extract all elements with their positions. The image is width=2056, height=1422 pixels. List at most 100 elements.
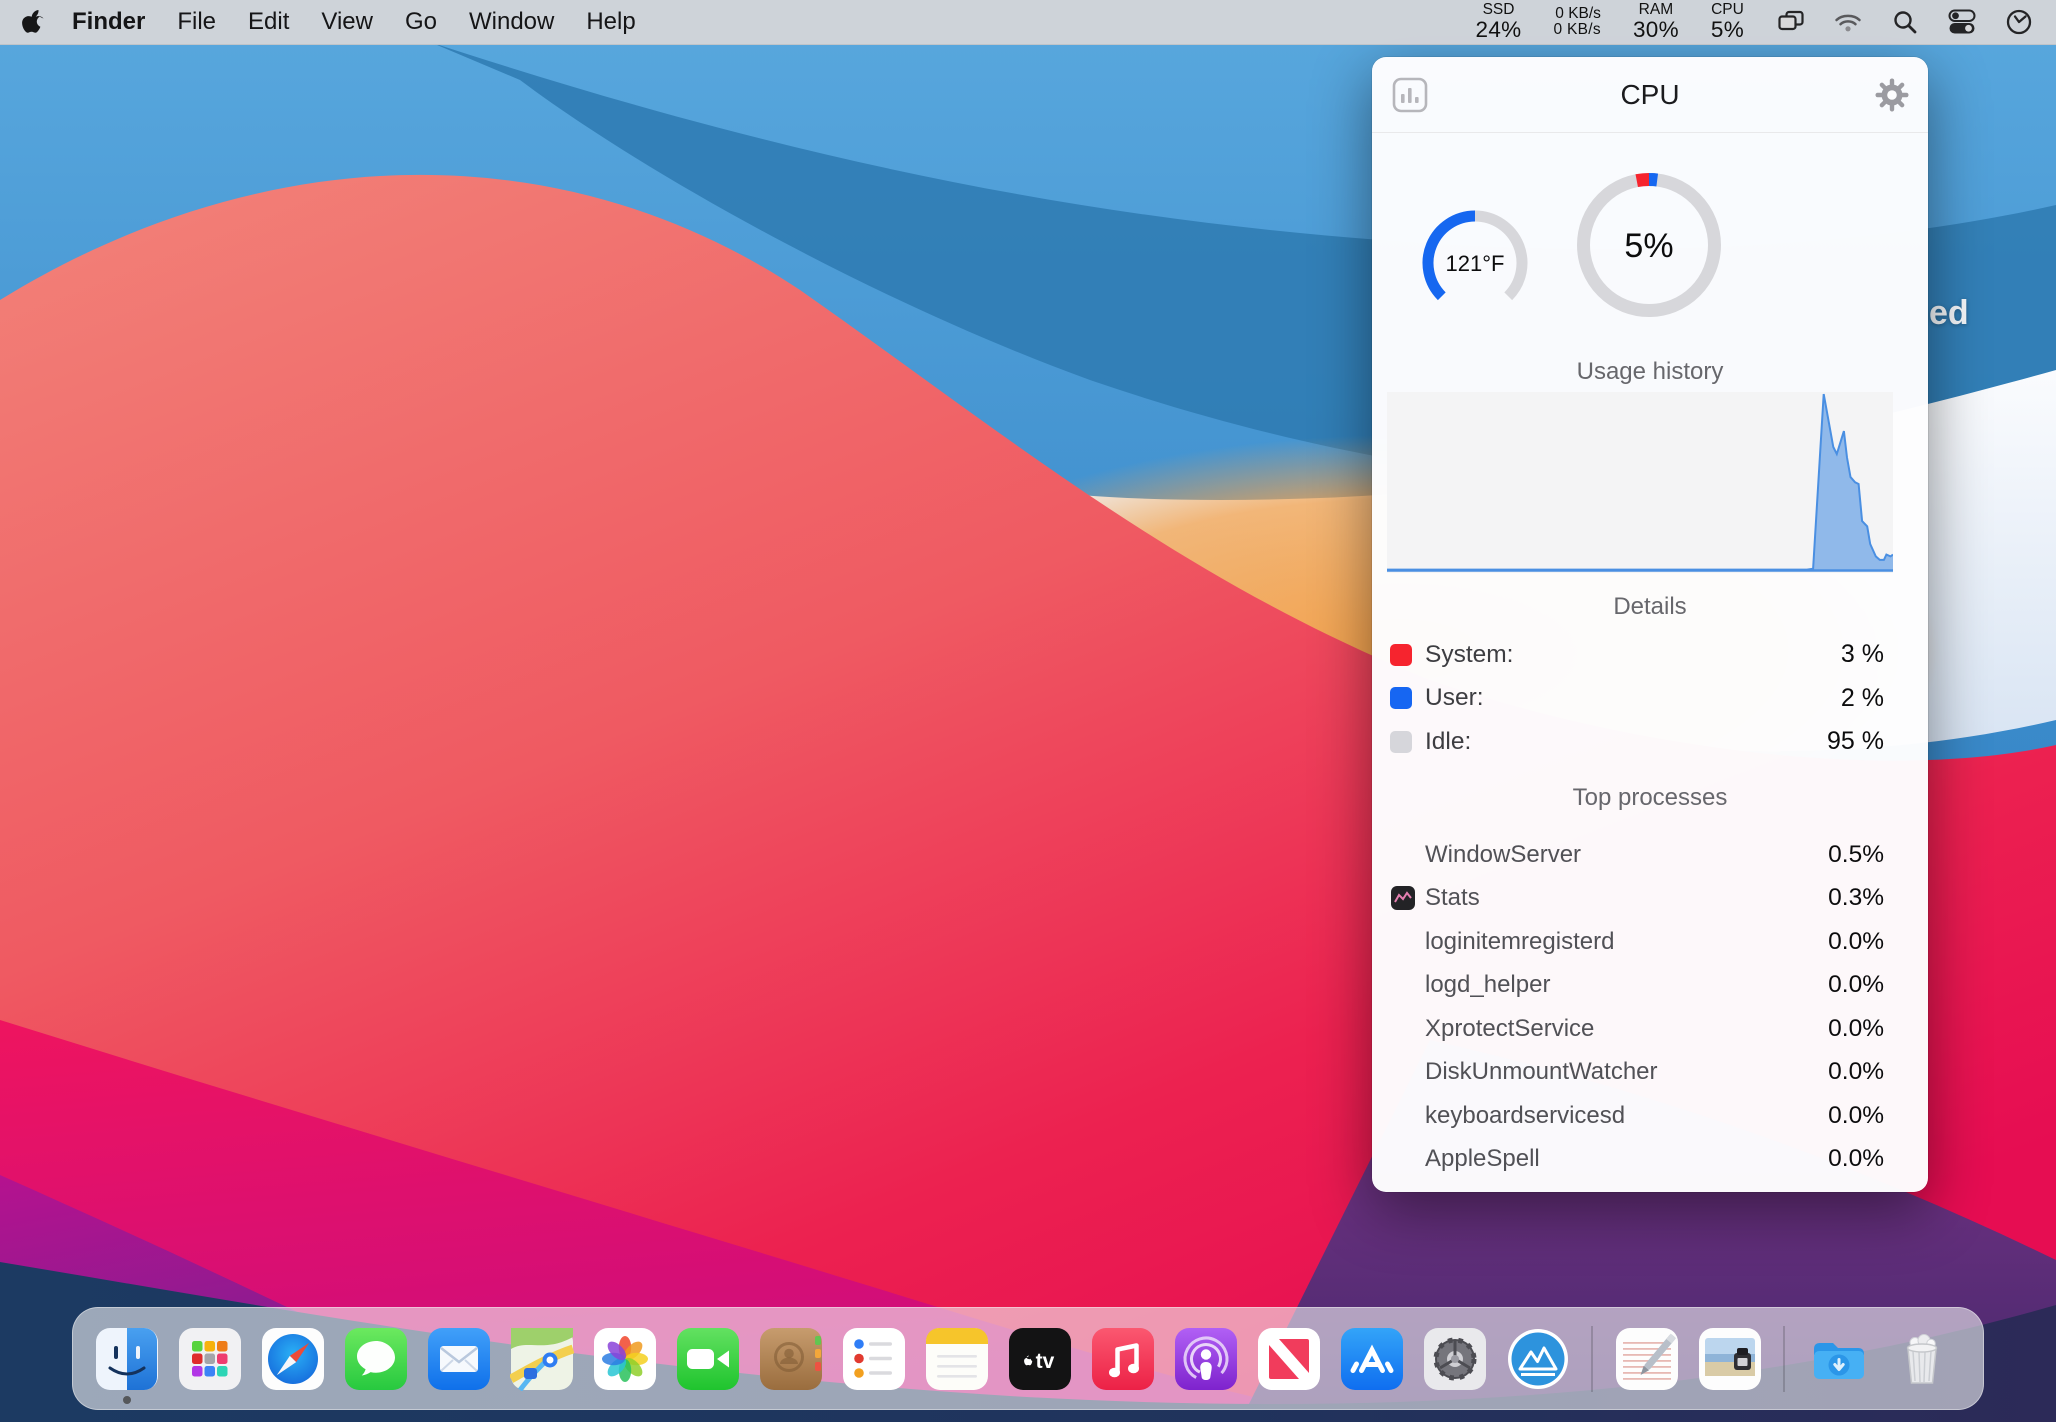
process-icon-empty — [1390, 842, 1416, 868]
desktop-screen: ed FinderFileEditViewGoWindowHelp SSD 24… — [0, 0, 2056, 1422]
network-down: 0 KB/s — [1553, 22, 1600, 38]
menu-item-help[interactable]: Help — [570, 8, 651, 35]
process-value: 0.0% — [1828, 928, 1884, 956]
app-menus: FinderFileEditViewGoWindowHelp — [56, 8, 652, 36]
detail-row-idle: Idle: 95 % — [1372, 720, 1928, 764]
dock-item-contacts[interactable] — [759, 1327, 823, 1391]
dock-item-podcasts[interactable] — [1174, 1327, 1238, 1391]
dock-item-news[interactable] — [1257, 1327, 1321, 1391]
dock-item-preview[interactable] — [1698, 1327, 1762, 1391]
process-value: 0.0% — [1828, 1145, 1884, 1173]
cpu-usage-value: 5% — [1624, 227, 1673, 265]
ram-value: 30% — [1633, 18, 1679, 41]
process-row: XprotectService 0.0% — [1372, 1007, 1928, 1051]
dock-item-music[interactable] — [1091, 1327, 1155, 1391]
popover-header: CPU — [1372, 57, 1928, 133]
detail-label: System: — [1425, 641, 1514, 669]
detail-row-system: System: 3 % — [1372, 633, 1928, 677]
process-icon-empty — [1390, 1103, 1416, 1129]
apple-menu-icon[interactable] — [22, 8, 46, 36]
dock-item-downloads[interactable] — [1807, 1327, 1871, 1391]
process-row: logd_helper 0.0% — [1372, 964, 1928, 1008]
process-name: AppleSpell — [1425, 1145, 1540, 1173]
process-name: XprotectService — [1425, 1015, 1594, 1043]
process-name: DiskUnmountWatcher — [1425, 1058, 1658, 1086]
process-name: Stats — [1425, 884, 1480, 912]
ram-widget[interactable]: RAM 30% — [1633, 2, 1679, 41]
detail-label: Idle: — [1425, 728, 1471, 756]
menu-bar-left: FinderFileEditViewGoWindowHelp — [22, 8, 652, 36]
process-row: loginitemregisterd 0.0% — [1372, 920, 1928, 964]
process-value: 0.0% — [1828, 1102, 1884, 1130]
ssd-widget[interactable]: SSD 24% — [1476, 2, 1522, 41]
cpu-label: CPU — [1711, 2, 1744, 18]
network-up: 0 KB/s — [1553, 6, 1600, 22]
process-icon-empty — [1390, 929, 1416, 955]
menu-item-window[interactable]: Window — [453, 8, 570, 35]
process-value: 0.0% — [1828, 1015, 1884, 1043]
detail-value: 3 % — [1841, 640, 1884, 669]
process-value: 0.5% — [1828, 841, 1884, 869]
dock-item-photos[interactable] — [593, 1327, 657, 1391]
process-row: AppleSpell 0.0% — [1372, 1138, 1928, 1182]
menu-item-go[interactable]: Go — [389, 8, 453, 35]
dock-item-trash[interactable] — [1890, 1327, 1954, 1391]
usage-history-chart — [1387, 392, 1893, 573]
dock-divider — [1591, 1326, 1593, 1392]
dock-item-reminders[interactable] — [842, 1327, 906, 1391]
dock-item-mail[interactable] — [427, 1327, 491, 1391]
running-indicator — [123, 1396, 131, 1404]
process-row: keyboardservicesd 0.0% — [1372, 1094, 1928, 1138]
dock-divider — [1783, 1326, 1785, 1392]
gear-icon[interactable] — [1874, 77, 1910, 113]
ssd-value: 24% — [1476, 18, 1522, 41]
menu-item-view[interactable]: View — [305, 8, 389, 35]
ram-label: RAM — [1633, 2, 1679, 18]
dock-item-textedit[interactable] — [1615, 1327, 1679, 1391]
process-rows: WindowServer 0.5% Stats 0.3% loginitemre… — [1372, 833, 1928, 1181]
dock-item-safari[interactable] — [261, 1327, 325, 1391]
detail-value: 95 % — [1827, 727, 1884, 756]
desktop-partial-text: ed — [1929, 294, 1969, 333]
dock-item-app-cleaner[interactable] — [1506, 1327, 1570, 1391]
cpu-widget[interactable]: CPU 5% — [1711, 2, 1744, 41]
process-name: keyboardservicesd — [1425, 1102, 1625, 1130]
dock-item-maps[interactable] — [510, 1327, 574, 1391]
popover-title: CPU — [1372, 57, 1928, 133]
process-icon-empty — [1390, 1016, 1416, 1042]
detail-label: User: — [1425, 684, 1484, 712]
dock-item-tv[interactable]: tv — [1008, 1327, 1072, 1391]
dock-item-system-preferences[interactable] — [1423, 1327, 1487, 1391]
process-name: WindowServer — [1425, 841, 1581, 869]
menu-bar-right: SSD 24% 0 KB/s 0 KB/s RAM 30% CPU 5% — [1476, 2, 2034, 41]
dock: tv — [72, 1307, 1984, 1410]
process-name: loginitemregisterd — [1425, 928, 1614, 956]
dock-item-messages[interactable] — [344, 1327, 408, 1391]
detail-row-user: User: 2 % — [1372, 677, 1928, 721]
top-processes-header: Top processes — [1372, 784, 1928, 812]
details-header: Details — [1372, 593, 1928, 621]
network-widget[interactable]: 0 KB/s 0 KB/s — [1553, 6, 1600, 38]
control-center-icon[interactable] — [1947, 7, 1977, 37]
dock-item-launchpad[interactable] — [178, 1327, 242, 1391]
process-name: logd_helper — [1425, 971, 1550, 999]
menu-item-finder[interactable]: Finder — [56, 8, 161, 35]
process-icon-empty — [1390, 1059, 1416, 1085]
clock-icon[interactable] — [2004, 7, 2034, 37]
process-row: DiskUnmountWatcher 0.0% — [1372, 1051, 1928, 1095]
dock-item-facetime[interactable] — [676, 1327, 740, 1391]
legend-swatch — [1390, 644, 1412, 666]
menu-item-edit[interactable]: Edit — [232, 8, 305, 35]
menu-item-file[interactable]: File — [161, 8, 232, 35]
displays-icon[interactable] — [1776, 7, 1806, 37]
dock-item-notes[interactable] — [925, 1327, 989, 1391]
dock-item-app-store[interactable] — [1340, 1327, 1404, 1391]
spotlight-icon[interactable] — [1890, 7, 1920, 37]
dock-item-finder[interactable] — [95, 1327, 159, 1391]
process-value: 0.3% — [1828, 884, 1884, 912]
process-row: Stats 0.3% — [1372, 877, 1928, 921]
legend-swatch — [1390, 687, 1412, 709]
wifi-icon[interactable] — [1833, 7, 1863, 37]
svg-text:tv: tv — [1035, 1350, 1054, 1373]
process-row: WindowServer 0.5% — [1372, 833, 1928, 877]
